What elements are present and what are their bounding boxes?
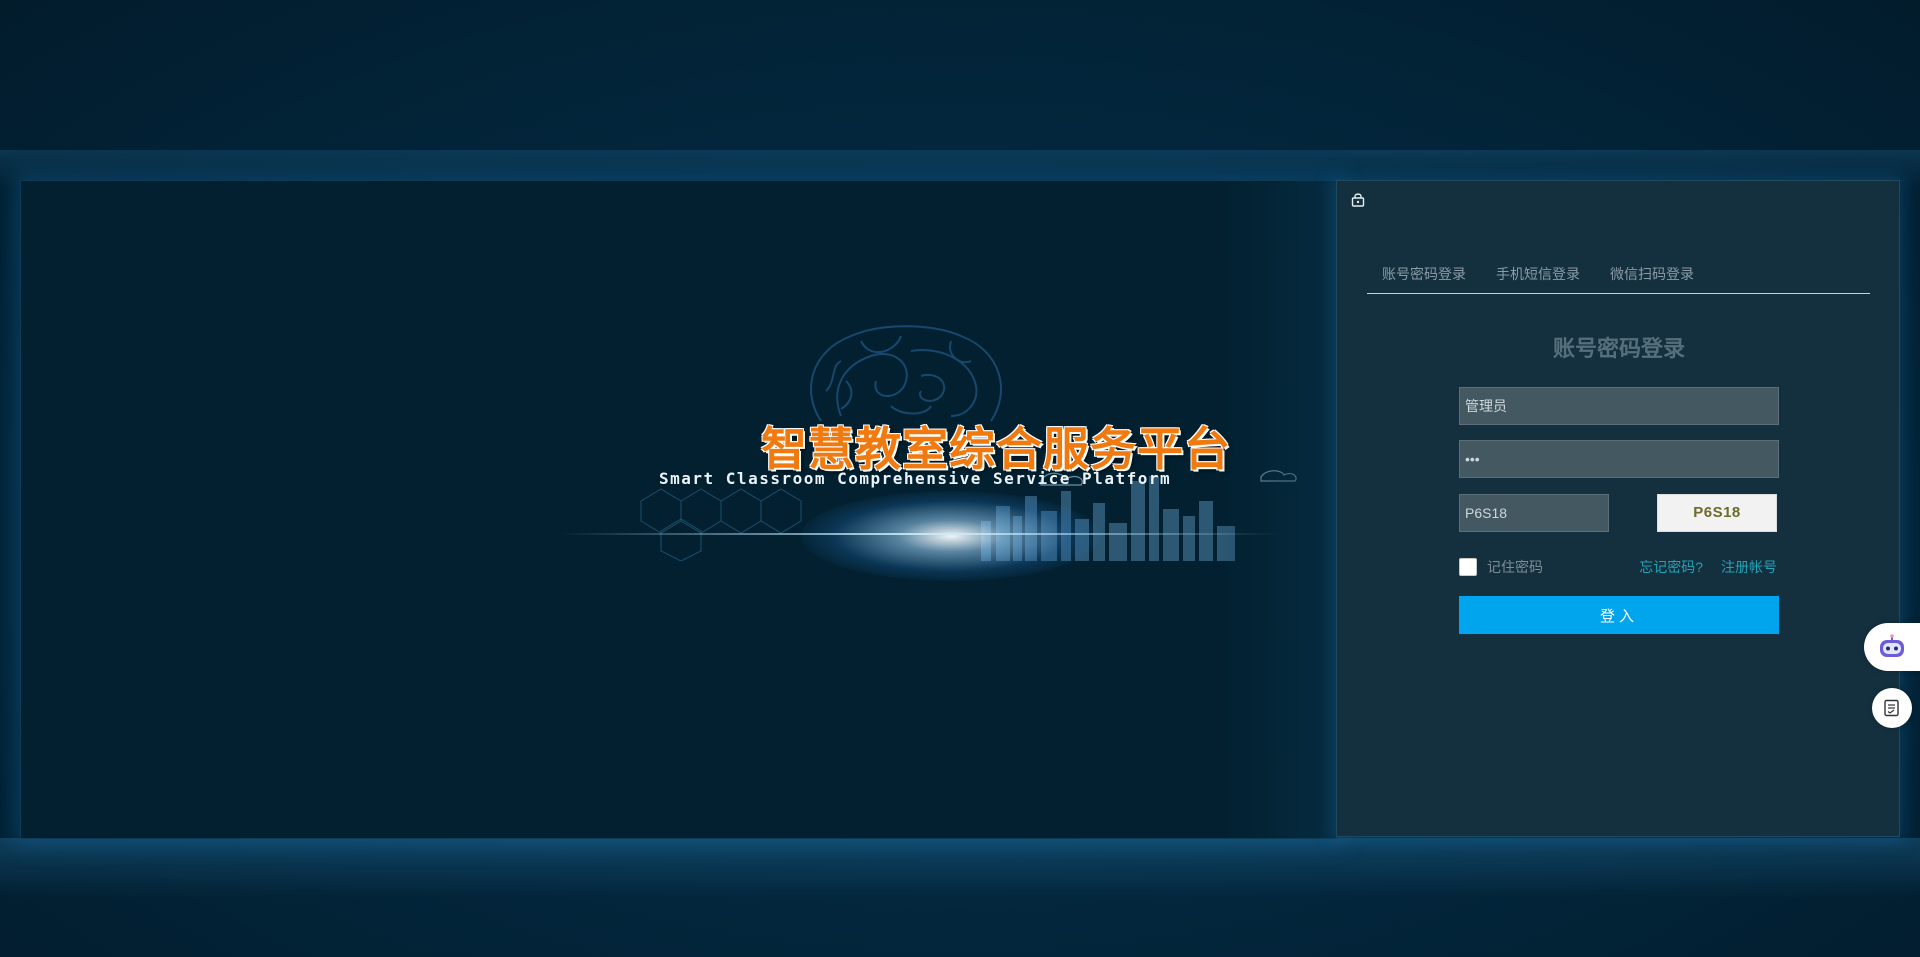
- captcha-input[interactable]: [1459, 494, 1609, 532]
- forgot-password-link[interactable]: 忘记密码?: [1639, 557, 1703, 577]
- login-button[interactable]: 登入: [1459, 596, 1779, 634]
- password-input[interactable]: [1459, 440, 1779, 478]
- login-panel: 账号密码登录 手机短信登录 微信扫码登录 账号密码登录 P6S18 记住密码 忘…: [1336, 180, 1900, 837]
- platform-subtitle: Smart Classroom Comprehensive Service Pl…: [659, 469, 1172, 488]
- username-input[interactable]: [1459, 387, 1779, 425]
- lock-icon: [1351, 193, 1365, 207]
- tab-sms-login[interactable]: 手机短信登录: [1496, 263, 1580, 293]
- assistant-widget[interactable]: [1864, 623, 1920, 671]
- tab-password-login[interactable]: 账号密码登录: [1382, 263, 1466, 293]
- light-flare: [801, 491, 1101, 581]
- light-line: [561, 533, 1281, 535]
- account-links: 忘记密码? 注册帐号: [1621, 557, 1777, 577]
- tab-wechat-login[interactable]: 微信扫码登录: [1610, 263, 1694, 293]
- captcha-image[interactable]: P6S18: [1657, 494, 1777, 532]
- robot-icon: [1880, 634, 1904, 657]
- banner-edge-fade: [1216, 181, 1336, 838]
- feedback-widget[interactable]: [1872, 688, 1912, 728]
- document-icon: [1884, 699, 1899, 717]
- banner: 智慧教室综合服务平台 Smart Classroom Comprehensive…: [20, 180, 1337, 839]
- login-tabs: 账号密码登录 手机短信登录 微信扫码登录: [1367, 263, 1870, 294]
- remember-password: 记住密码: [1459, 557, 1543, 577]
- bottom-glow: [0, 838, 1920, 898]
- form-title: 账号密码登录: [1552, 336, 1685, 361]
- login-page: 智慧教室综合服务平台 Smart Classroom Comprehensive…: [0, 0, 1920, 957]
- register-link[interactable]: 注册帐号: [1721, 557, 1777, 577]
- remember-label: 记住密码: [1487, 559, 1543, 575]
- remember-checkbox[interactable]: [1459, 558, 1477, 576]
